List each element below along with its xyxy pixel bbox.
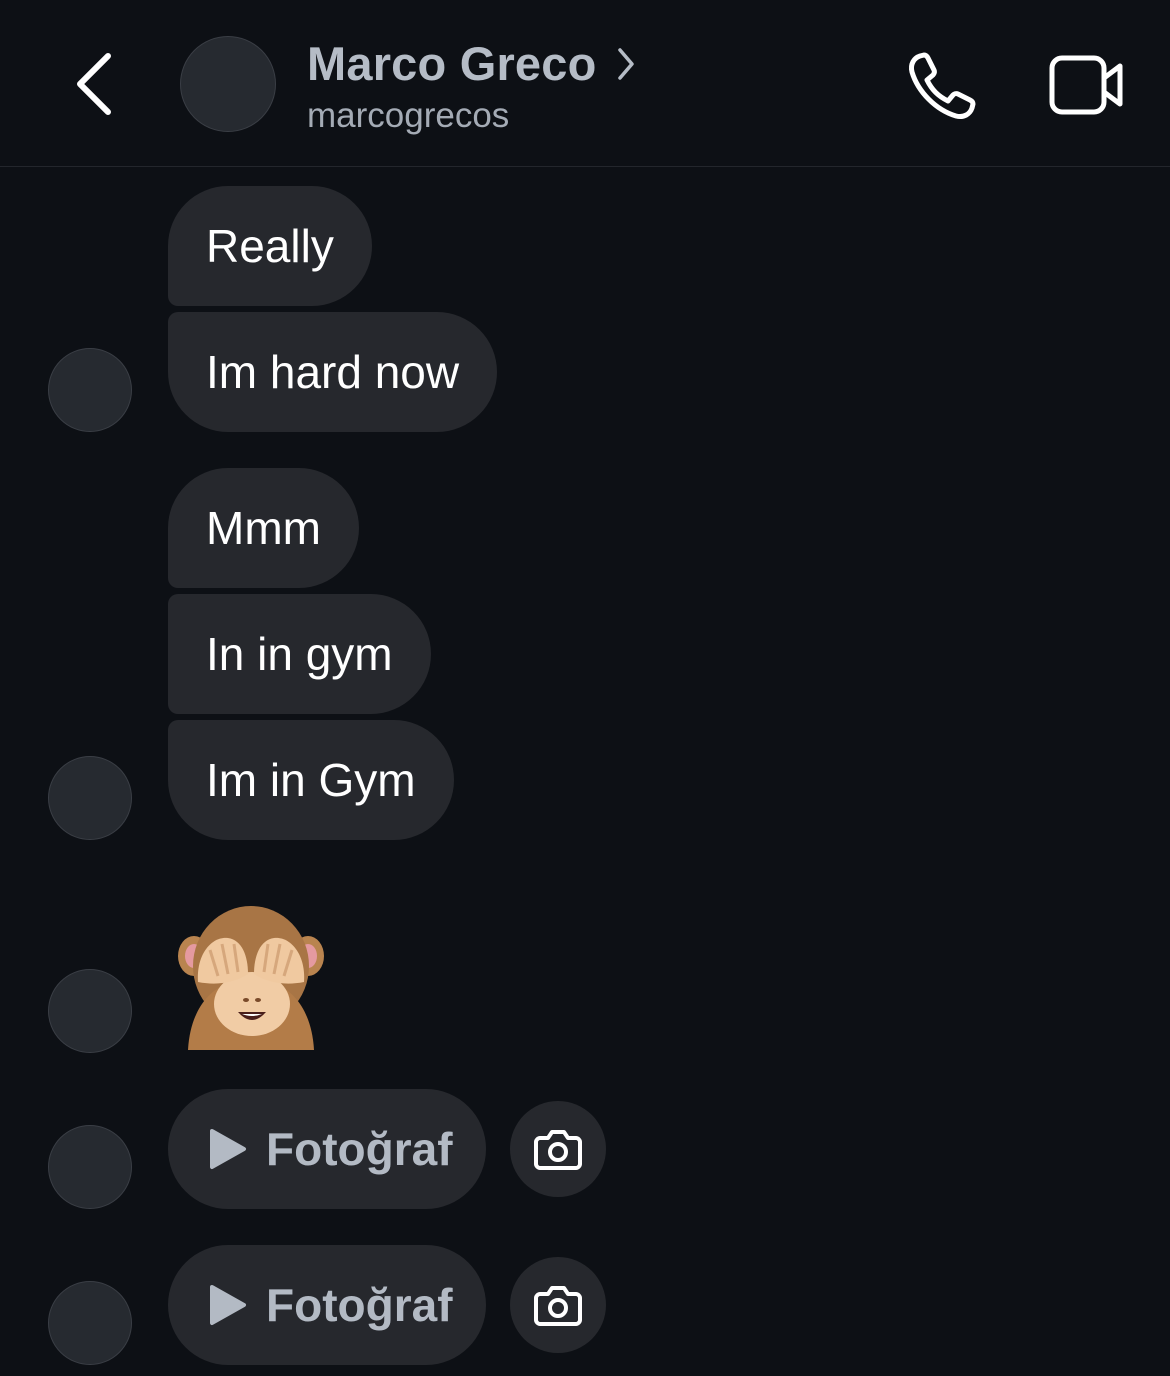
sender-avatar[interactable]: [48, 756, 132, 840]
message-bubble[interactable]: In in gym: [168, 594, 431, 714]
chevron-left-icon: [77, 53, 111, 115]
contact-display-name: Marco Greco: [307, 37, 597, 90]
camera-icon: [534, 1286, 582, 1326]
contact-username: marcogrecos: [307, 96, 510, 135]
camera-icon: [534, 1130, 582, 1170]
play-icon: [210, 1285, 246, 1325]
photo-label: Fotoğraf: [266, 1279, 453, 1331]
sender-avatar[interactable]: [48, 1125, 132, 1209]
message-text: Im in Gym: [206, 754, 416, 806]
message-text: Im hard now: [206, 346, 460, 398]
voice-call-button[interactable]: [904, 48, 980, 124]
back-button[interactable]: [62, 46, 132, 122]
play-icon: [210, 1129, 246, 1169]
camera-reply-button[interactable]: [510, 1257, 606, 1353]
photo-label: Fotoğraf: [266, 1123, 453, 1175]
message-bubble[interactable]: Im hard now: [168, 312, 498, 432]
contact-avatar[interactable]: [180, 36, 276, 132]
camera-reply-button[interactable]: [510, 1101, 606, 1197]
message-text: Mmm: [206, 502, 321, 554]
photo-message[interactable]: Fotoğraf: [168, 1089, 486, 1209]
see-no-evil-monkey-icon: [178, 906, 324, 1050]
sender-avatar[interactable]: [48, 969, 132, 1053]
emoji-message[interactable]: [176, 904, 326, 1052]
message-text: Really: [206, 220, 334, 272]
message-text: In in gym: [206, 628, 393, 680]
chevron-right-icon: [617, 47, 634, 80]
phone-icon: [909, 52, 976, 119]
chat-header: Marco Greco marcogrecos: [0, 0, 1170, 167]
message-bubble[interactable]: Im in Gym: [168, 720, 454, 840]
contact-name-link[interactable]: Marco Greco: [307, 36, 637, 91]
video-call-button[interactable]: [1046, 50, 1126, 120]
sender-avatar[interactable]: [48, 348, 132, 432]
message-bubble[interactable]: Really: [168, 186, 372, 306]
chat-screen: Marco Greco marcogrecos Really Im hard n…: [0, 0, 1170, 1376]
message-bubble[interactable]: Mmm: [168, 468, 359, 588]
video-camera-icon: [1049, 55, 1123, 115]
photo-message[interactable]: Fotoğraf: [168, 1245, 486, 1365]
sender-avatar[interactable]: [48, 1281, 132, 1365]
